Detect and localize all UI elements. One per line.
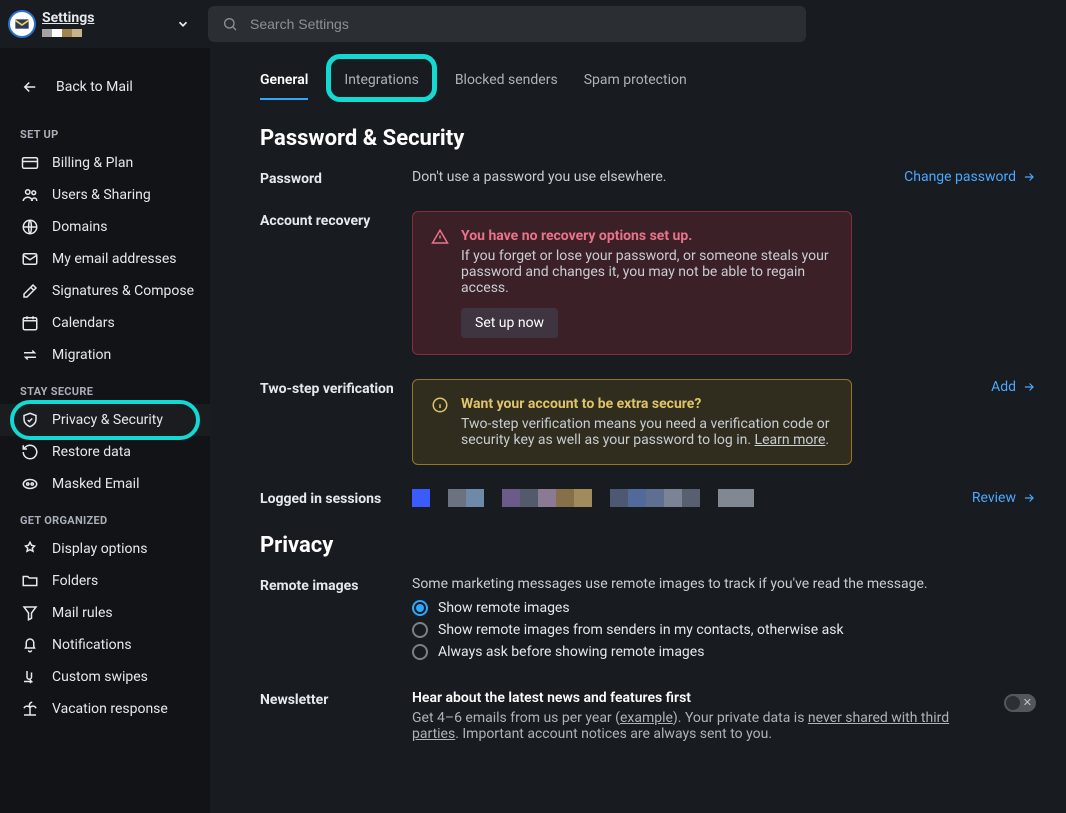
arrow-right-icon: [1022, 170, 1036, 184]
tab-spam-protection[interactable]: Spam protection: [584, 58, 687, 100]
add-twostep-link[interactable]: Add: [991, 379, 1036, 395]
newsletter-label: Newsletter: [260, 690, 412, 742]
section-organized: GET ORGANIZED: [0, 500, 210, 533]
palm-icon: [20, 700, 40, 718]
row-twostep: Two-step verification Want your account …: [260, 379, 1036, 465]
sidebar-item-domains[interactable]: Domains: [0, 211, 210, 243]
remote-opt-2[interactable]: Always ask before showing remote images: [412, 644, 1036, 660]
tabs: General Integrations Blocked senders Spa…: [260, 48, 1036, 100]
tab-general[interactable]: General: [260, 58, 308, 100]
sidebar-item-masked-email[interactable]: Masked Email: [0, 468, 210, 500]
password-desc: Don't use a password you use elsewhere.: [412, 169, 888, 187]
tab-blocked-senders[interactable]: Blocked senders: [455, 58, 558, 100]
sidebar: Back to Mail SET UP Billing & Plan Users…: [0, 48, 210, 813]
filter-icon: [20, 604, 40, 622]
sessions-label: Logged in sessions: [260, 489, 412, 507]
recovery-title: You have no recovery options set up.: [461, 228, 833, 244]
remote-opt-1[interactable]: Show remote images from senders in my co…: [412, 622, 1036, 638]
sidebar-item-billing[interactable]: Billing & Plan: [0, 147, 210, 179]
twostep-title: Want your account to be extra secure?: [461, 396, 833, 412]
newsletter-text: Get 4–6 emails from us per year (example…: [412, 710, 988, 742]
sidebar-item-users[interactable]: Users & Sharing: [0, 179, 210, 211]
back-to-mail[interactable]: Back to Mail: [0, 60, 210, 114]
twostep-label: Two-step verification: [260, 379, 412, 465]
users-icon: [20, 186, 40, 204]
arrow-right-icon: [1022, 380, 1036, 394]
mail-icon: [20, 250, 40, 268]
password-label: Password: [260, 169, 412, 187]
sidebar-item-vacation[interactable]: Vacation response: [0, 693, 210, 725]
sidebar-item-migration[interactable]: Migration: [0, 339, 210, 371]
sidebar-item-addresses[interactable]: My email addresses: [0, 243, 210, 275]
sidebar-item-calendars[interactable]: Calendars: [0, 307, 210, 339]
setup-now-button[interactable]: Set up now: [461, 308, 558, 338]
remote-label: Remote images: [260, 576, 412, 666]
radio-icon: [412, 622, 428, 638]
warning-icon: [431, 228, 449, 338]
back-label: Back to Mail: [56, 79, 133, 95]
sidebar-item-folders[interactable]: Folders: [0, 565, 210, 597]
newsletter-toggle[interactable]: ✕: [1004, 694, 1036, 712]
section-setup: SET UP: [0, 114, 210, 147]
sidebar-item-restore[interactable]: Restore data: [0, 436, 210, 468]
bell-icon: [20, 636, 40, 654]
globe-icon: [20, 218, 40, 236]
shield-icon: [20, 411, 40, 429]
change-password-link[interactable]: Change password: [904, 169, 1036, 185]
radio-icon: [412, 600, 428, 616]
calendar-icon: [20, 314, 40, 332]
row-recovery: Account recovery You have no recovery op…: [260, 211, 1036, 355]
sidebar-item-signatures[interactable]: Signatures & Compose: [0, 275, 210, 307]
twostep-alert: Want your account to be extra secure? Tw…: [412, 379, 852, 465]
restore-icon: [20, 443, 40, 461]
card-icon: [20, 154, 40, 172]
recovery-label: Account recovery: [260, 211, 412, 355]
row-newsletter: Newsletter Hear about the latest news an…: [260, 690, 1036, 742]
app-title[interactable]: Settings: [42, 11, 94, 25]
swipe-icon: [20, 668, 40, 686]
brand-swatches: [42, 29, 94, 37]
remote-desc: Some marketing messages use remote image…: [412, 576, 1036, 592]
security-heading: Password & Security: [260, 126, 1036, 151]
newsletter-title: Hear about the latest news and features …: [412, 690, 988, 706]
arrow-left-icon: [20, 78, 40, 96]
search-container[interactable]: [208, 6, 806, 42]
example-link[interactable]: example: [620, 710, 673, 726]
brand: Settings: [8, 10, 208, 38]
row-sessions: Logged in sessions Review: [260, 489, 1036, 507]
folder-icon: [20, 572, 40, 590]
recovery-text: If you forget or lose your password, or …: [461, 248, 833, 296]
sidebar-item-display[interactable]: Display options: [0, 533, 210, 565]
main-content: General Integrations Blocked senders Spa…: [210, 48, 1066, 813]
tab-integrations[interactable]: Integrations: [334, 58, 428, 100]
chevron-down-icon[interactable]: [176, 17, 190, 31]
remote-opt-0[interactable]: Show remote images: [412, 600, 1036, 616]
sessions-swatches: [412, 489, 956, 507]
sidebar-item-rules[interactable]: Mail rules: [0, 597, 210, 629]
search-icon: [222, 16, 238, 32]
radio-icon: [412, 644, 428, 660]
search-input[interactable]: [250, 16, 792, 32]
app-logo: [8, 10, 36, 38]
swap-icon: [20, 346, 40, 364]
recovery-alert: You have no recovery options set up. If …: [412, 211, 852, 355]
row-password: Password Don't use a password you use el…: [260, 169, 1036, 187]
sidebar-item-privacy-security[interactable]: Privacy & Security: [0, 404, 210, 436]
learn-more-link[interactable]: Learn more: [755, 432, 826, 448]
arrow-right-icon: [1022, 491, 1036, 505]
twostep-text: Two-step verification means you need a v…: [461, 416, 833, 448]
toggle-off-icon: ✕: [1023, 696, 1032, 709]
privacy-heading: Privacy: [260, 533, 1036, 558]
review-sessions-link[interactable]: Review: [972, 490, 1036, 506]
toggle-knob: [1006, 696, 1020, 710]
compose-icon: [20, 282, 40, 300]
info-icon: [431, 396, 449, 448]
display-icon: [20, 540, 40, 558]
section-secure: STAY SECURE: [0, 371, 210, 404]
row-remote-images: Remote images Some marketing messages us…: [260, 576, 1036, 666]
sidebar-item-notifications[interactable]: Notifications: [0, 629, 210, 661]
sidebar-item-swipes[interactable]: Custom swipes: [0, 661, 210, 693]
mask-icon: [20, 475, 40, 493]
